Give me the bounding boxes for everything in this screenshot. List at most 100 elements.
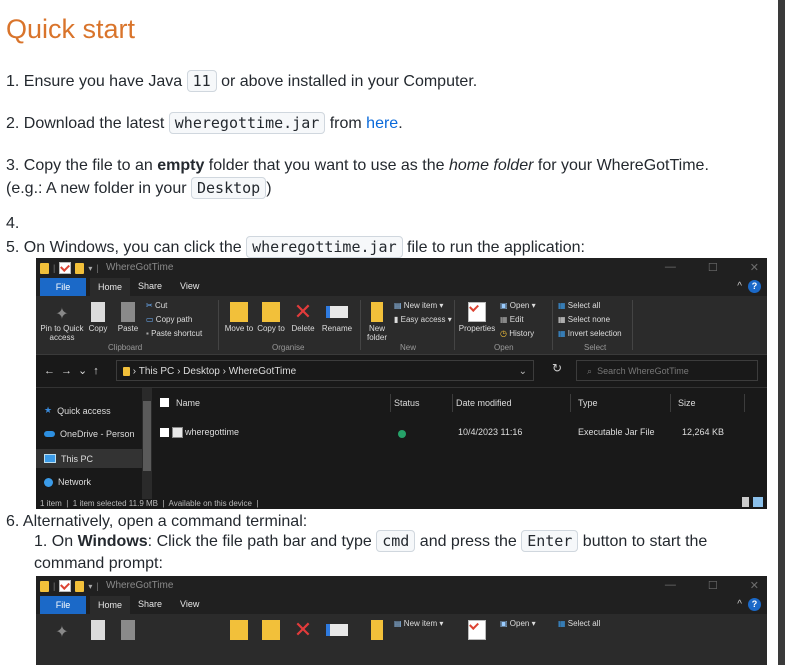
tab-share[interactable]: Share [138, 599, 162, 609]
new-folder-icon[interactable] [75, 580, 85, 592]
back-icon[interactable]: ← [44, 365, 61, 377]
download-link[interactable]: here [366, 115, 398, 132]
move-to-button[interactable]: Move to [224, 302, 254, 333]
properties-button[interactable] [458, 620, 496, 642]
collapse-ribbon-icon[interactable]: ^ [737, 599, 742, 610]
select-all-button[interactable]: ▦ Select all [558, 301, 600, 310]
customize-chevron-icon[interactable]: ▾ [88, 582, 92, 591]
crumb-desktop[interactable]: Desktop [183, 366, 220, 377]
column-name[interactable]: Name [176, 398, 200, 408]
star-icon: ★ [44, 405, 53, 415]
copy-button[interactable]: Copy [86, 302, 110, 333]
properties-icon[interactable] [59, 580, 72, 592]
new-folder-button[interactable] [364, 620, 390, 642]
address-bar[interactable]: › This PC › Desktop › WhereGotTime ⌄ [116, 360, 534, 381]
file-type: Executable Jar File [578, 427, 655, 437]
copy-to-button[interactable]: Copy to [256, 302, 286, 333]
open-icon: ▣ [500, 619, 508, 628]
pin-quick-access-button[interactable]: ✦ Pin to Quick access [40, 304, 84, 342]
large-icons-view-icon[interactable] [753, 497, 763, 507]
copy-path-button[interactable]: ▭ Copy path [146, 315, 192, 324]
table-row[interactable]: wheregottime [160, 427, 239, 439]
tab-view[interactable]: View [180, 281, 199, 291]
delete-button[interactable]: ✕ Delete [288, 301, 318, 334]
edit-button[interactable]: ▦ Edit [500, 315, 524, 324]
column-status[interactable]: Status [394, 398, 420, 408]
tab-share[interactable]: Share [138, 281, 162, 291]
cut-button[interactable]: ✂ Cut [146, 301, 167, 310]
recent-chevron-icon[interactable]: ⌄ [78, 365, 93, 377]
column-date[interactable]: Date modified [456, 398, 512, 408]
search-input[interactable]: ⌕ Search WhereGotTime [576, 360, 758, 381]
maximize-icon[interactable]: ☐ [708, 579, 718, 592]
tab-home[interactable]: Home [90, 278, 130, 296]
delete-button[interactable]: ✕ [288, 619, 318, 642]
nav-scrollbar-thumb[interactable] [143, 401, 151, 471]
paste-shortcut-button[interactable]: ▪ Paste shortcut [146, 329, 202, 338]
tab-view[interactable]: View [180, 599, 199, 609]
maximize-icon[interactable]: ☐ [708, 261, 718, 274]
rename-button[interactable]: Rename [320, 302, 354, 333]
row-checkbox[interactable] [160, 428, 169, 438]
new-item-button[interactable]: ▤ New item ▾ [394, 301, 443, 310]
column-type[interactable]: Type [578, 398, 598, 408]
select-none-button[interactable]: ▦ Select none [558, 315, 610, 324]
nav-onedrive[interactable]: OneDrive - Person [44, 429, 135, 439]
invert-selection-button[interactable]: ▦ Invert selection [558, 329, 622, 338]
nav-this-pc[interactable]: This PC [36, 449, 142, 468]
rename-button[interactable] [320, 620, 354, 638]
forward-icon[interactable]: → [61, 365, 78, 377]
tab-home[interactable]: Home [90, 596, 130, 614]
details-view-icon[interactable] [742, 497, 749, 507]
new-folder-button[interactable]: New folder [364, 302, 390, 342]
copy-button[interactable] [86, 620, 110, 642]
customize-chevron-icon[interactable]: ▾ [88, 264, 92, 273]
move-to-button[interactable] [224, 620, 254, 642]
paste-shortcut-icon: ▪ [146, 329, 149, 338]
select-all-button[interactable]: ▦ Select all [558, 619, 600, 628]
crumb-this-pc[interactable]: This PC [139, 366, 175, 377]
properties-button[interactable]: Properties [458, 302, 496, 333]
column-size[interactable]: Size [678, 398, 696, 408]
new-folder-big-icon [371, 620, 383, 640]
properties-icon[interactable] [59, 262, 72, 274]
history-button[interactable]: ◷ History [500, 329, 534, 338]
tab-file[interactable]: File [40, 596, 86, 614]
title-bar-2: | ▾ | WhereGotTime — ☐ ✕ [36, 576, 767, 596]
page-scrollbar[interactable] [778, 0, 785, 665]
nav-network[interactable]: Network [44, 477, 91, 487]
explorer-window-2: | ▾ | WhereGotTime — ☐ ✕ File Home Share… [36, 576, 767, 665]
cloud-icon [44, 431, 55, 437]
easy-access-button[interactable]: ▮ Easy access ▾ [394, 315, 452, 324]
close-icon[interactable]: ✕ [750, 261, 759, 274]
paste-icon [121, 620, 135, 640]
new-folder-icon[interactable] [75, 262, 85, 274]
up-icon[interactable]: ↑ [93, 365, 105, 377]
minimize-icon[interactable]: — [665, 261, 676, 274]
step-1: 1. Ensure you have Java 11 or above inst… [6, 70, 478, 92]
open-button[interactable]: ▣ Open ▾ [500, 619, 536, 628]
explorer-window: | ▾ | WhereGotTime — ☐ ✕ File Home Share… [36, 258, 767, 509]
crumb-folder[interactable]: WhereGotTime [229, 366, 296, 377]
ribbon-2: ✦ ✕ ▤ New item ▾ ▣ Open ▾ ▦ Select all [36, 614, 767, 665]
refresh-icon[interactable]: ↻ [552, 361, 562, 375]
close-icon[interactable]: ✕ [750, 579, 759, 592]
open-button[interactable]: ▣ Open ▾ [500, 301, 536, 310]
new-item-button[interactable]: ▤ New item ▾ [394, 619, 443, 628]
address-dropdown-icon[interactable]: ⌄ [519, 361, 527, 382]
move-to-icon [230, 302, 248, 322]
tab-file[interactable]: File [40, 278, 86, 296]
help-icon[interactable]: ? [748, 598, 761, 611]
group-organise: Organise [272, 343, 305, 352]
copy-to-button[interactable] [256, 620, 286, 642]
pin-quick-access-button[interactable]: ✦ [40, 622, 84, 642]
select-all-checkbox[interactable] [160, 398, 169, 407]
paste-button[interactable]: Paste [116, 302, 140, 333]
ribbon: ✦ Pin to Quick access Copy Paste ✂ Cut ▭… [36, 296, 767, 355]
collapse-ribbon-icon[interactable]: ^ [737, 281, 742, 292]
minimize-icon[interactable]: — [665, 579, 676, 592]
nav-quick-access[interactable]: ★ Quick access [44, 405, 111, 416]
paste-button[interactable] [116, 620, 140, 642]
new-folder-big-icon [371, 302, 383, 322]
help-icon[interactable]: ? [748, 280, 761, 293]
